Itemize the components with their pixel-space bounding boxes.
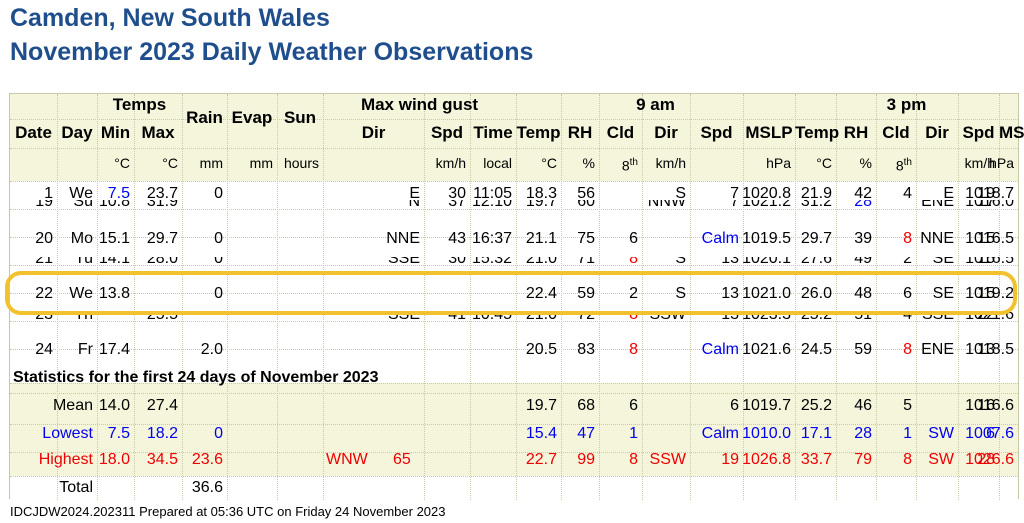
table-cell: SW bbox=[928, 451, 954, 468]
page-title: Camden, New South Wales bbox=[10, 4, 330, 32]
table-cell: 1 bbox=[629, 425, 638, 442]
table-cell: 15.4 bbox=[525, 425, 557, 442]
table-cell: 34.5 bbox=[146, 451, 178, 468]
table-cell: 65 bbox=[393, 451, 411, 468]
table-cell: 23.6 bbox=[191, 451, 223, 468]
table-cell: 5 bbox=[903, 397, 912, 414]
table-cell: 8 bbox=[629, 341, 638, 358]
table-cell: 27.4 bbox=[146, 397, 178, 414]
table-cell: 59 bbox=[854, 341, 872, 358]
table-cell: Fr bbox=[77, 341, 93, 358]
page-subtitle: November 2023 Daily Weather Observations bbox=[10, 38, 534, 66]
table-cell: 18.2 bbox=[146, 425, 178, 442]
table-cell: 1026.6 bbox=[965, 451, 1014, 468]
table-cell: 8 bbox=[629, 451, 638, 468]
table-cell: 17.1 bbox=[800, 425, 832, 442]
table-cell: 24 bbox=[35, 341, 53, 358]
table-cell: 0 bbox=[214, 425, 223, 442]
statistics-label: Total bbox=[59, 479, 93, 496]
table-cell: 83 bbox=[577, 341, 595, 358]
table-cell: 68 bbox=[577, 397, 595, 414]
table-cell: 8 bbox=[903, 451, 912, 468]
table-cell: 36.6 bbox=[191, 479, 223, 496]
table-cell: 24.5 bbox=[800, 341, 832, 358]
table-cell: 47 bbox=[577, 425, 595, 442]
table-cell: 79 bbox=[854, 451, 872, 468]
statistics-label: Mean bbox=[52, 397, 93, 414]
table-cell: ENE bbox=[921, 341, 954, 358]
table-cell: 46 bbox=[854, 397, 872, 414]
table-cell: SW bbox=[928, 425, 954, 442]
table-cell: 1007.6 bbox=[965, 425, 1014, 442]
table-cell: 1010.0 bbox=[742, 425, 791, 442]
table-cell: SSW bbox=[649, 451, 686, 468]
table-cell: 18.0 bbox=[98, 451, 130, 468]
table-cell: 25.2 bbox=[800, 397, 832, 414]
table-cell: 1016.6 bbox=[965, 397, 1014, 414]
highlighted-row-outline bbox=[5, 271, 1017, 315]
table-cell: 17.4 bbox=[98, 341, 130, 358]
table-cell: 33.7 bbox=[800, 451, 832, 468]
table-cell: 28 bbox=[854, 425, 872, 442]
table-cell: 6 bbox=[629, 397, 638, 414]
table-cell: Calm bbox=[701, 425, 739, 442]
table-cell: 2.0 bbox=[200, 341, 223, 358]
table-cell: 8 bbox=[903, 341, 912, 358]
footer-note: IDCJDW2024.202311 Prepared at 05:36 UTC … bbox=[10, 504, 446, 519]
table-cell: 22.7 bbox=[525, 451, 557, 468]
statistics-label: Lowest bbox=[42, 425, 93, 442]
table-cell: 1021.6 bbox=[742, 341, 791, 358]
table-cell: 14.0 bbox=[98, 397, 130, 414]
table-cell: 1026.8 bbox=[742, 451, 791, 468]
table-cell: 1018.5 bbox=[965, 341, 1014, 358]
statistics-title: Statistics for the first 24 days of Nove… bbox=[13, 369, 379, 386]
table-cell: 20.5 bbox=[525, 341, 557, 358]
table-cell: 99 bbox=[577, 451, 595, 468]
table-cell: 19 bbox=[721, 451, 739, 468]
table-cell: WNW bbox=[326, 451, 368, 468]
statistics-label: Highest bbox=[38, 451, 93, 468]
table-cell: 19.7 bbox=[525, 397, 557, 414]
table-cell: 1 bbox=[903, 425, 912, 442]
table-cell: 6 bbox=[730, 397, 739, 414]
table-cell: 7.5 bbox=[107, 425, 130, 442]
table-cell: Calm bbox=[701, 341, 739, 358]
table-cell: 1019.7 bbox=[742, 397, 791, 414]
